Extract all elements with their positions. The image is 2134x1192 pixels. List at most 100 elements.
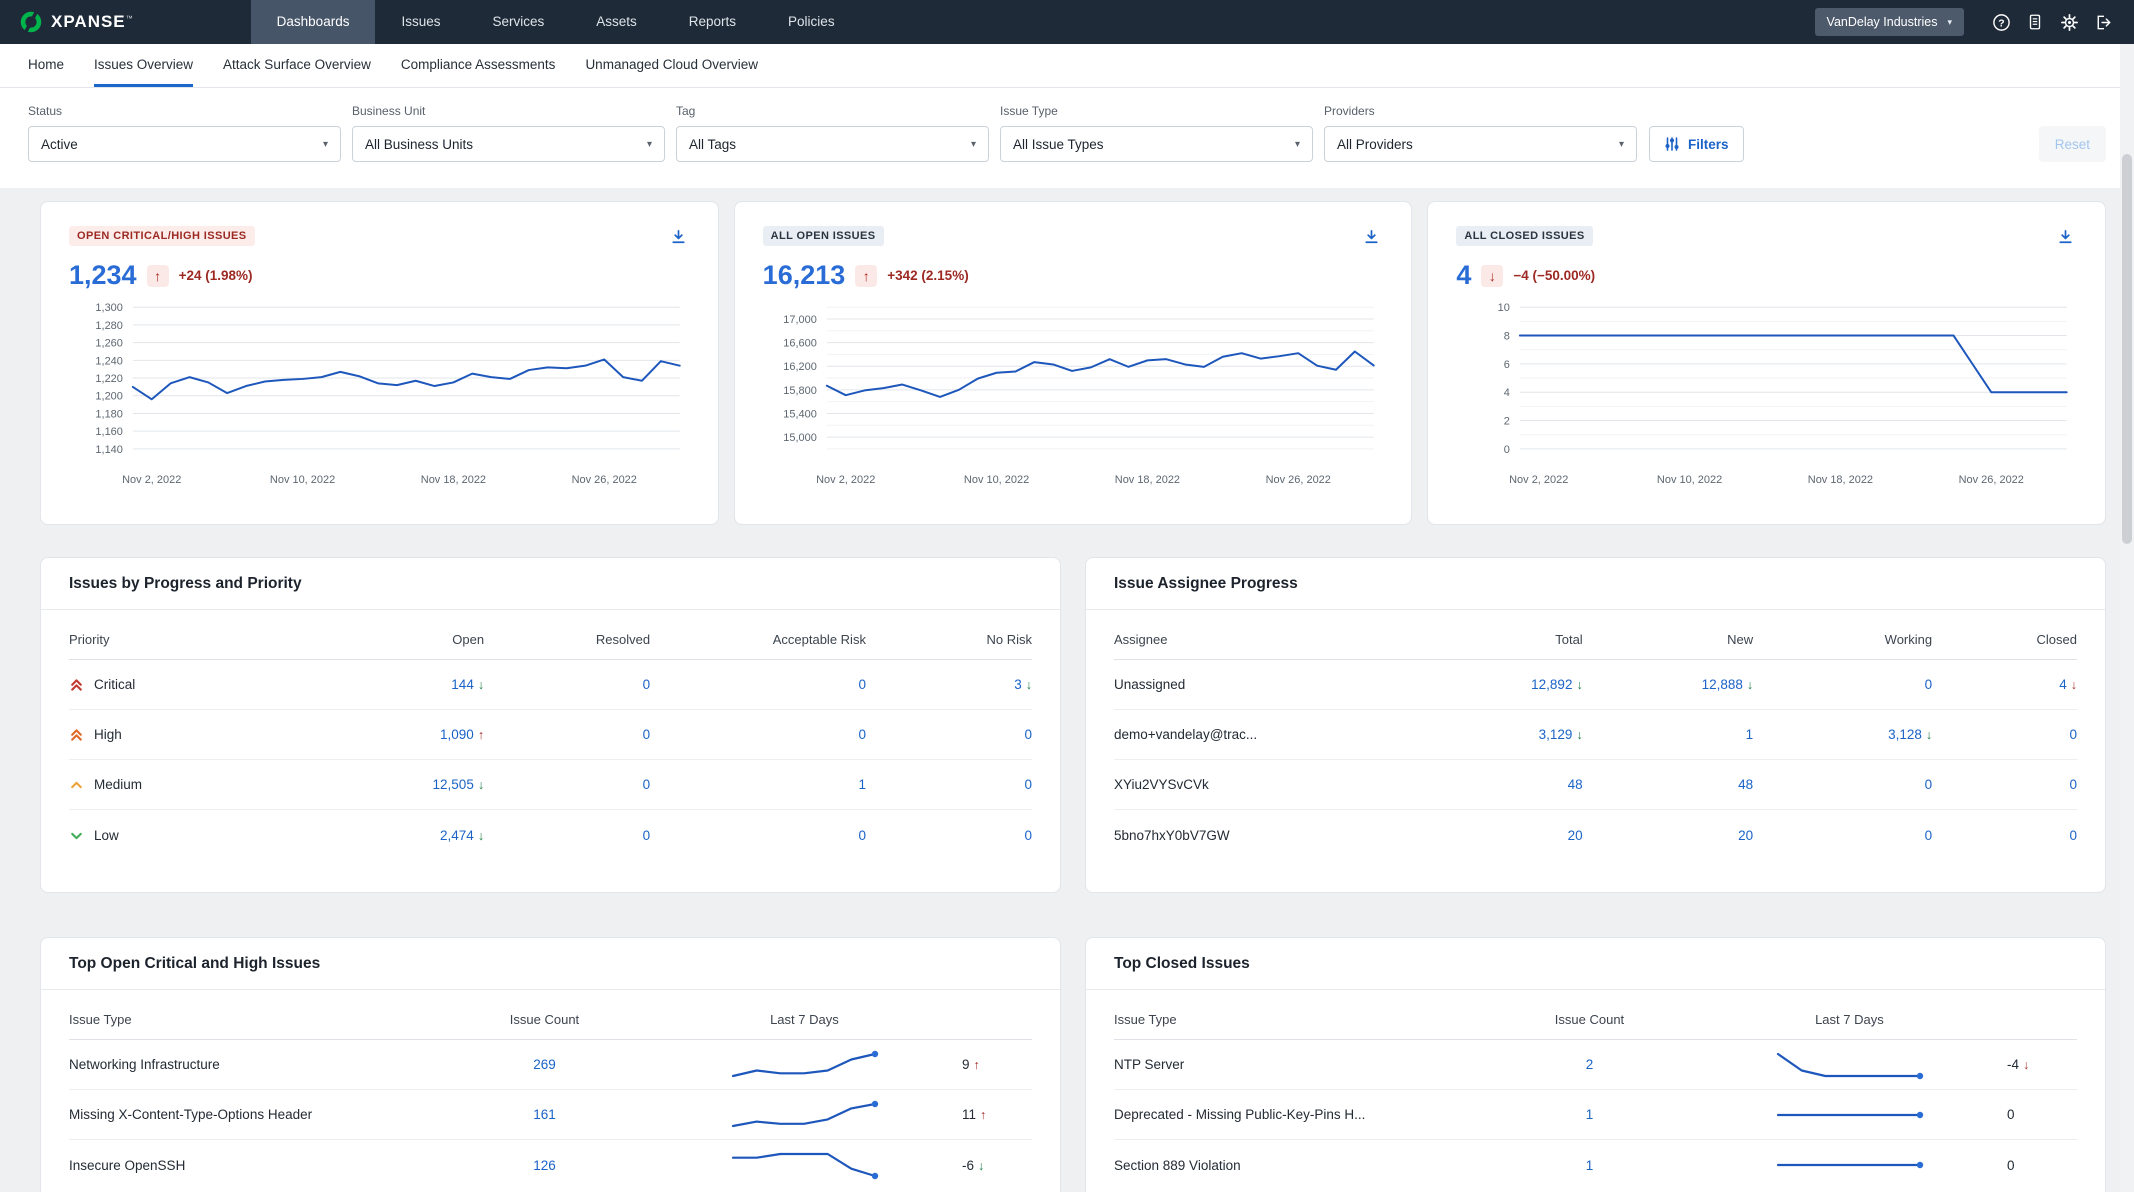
count-link[interactable]: 269 xyxy=(533,1057,556,1072)
providers-select[interactable]: All Providers▾ xyxy=(1324,126,1637,162)
count-link[interactable]: 4 xyxy=(2059,677,2067,692)
help-icon-button[interactable]: ? xyxy=(1984,5,2018,39)
dashboard-content: OPEN CRITICAL/HIGH ISSUES1,234↑+24 (1.98… xyxy=(0,188,2134,1192)
kpi-card-all-open-issues: ALL OPEN ISSUES16,213↑+342 (2.15%)17,000… xyxy=(734,201,1413,525)
download-icon xyxy=(669,228,688,247)
download-chart-button[interactable] xyxy=(667,226,690,252)
svg-text:8: 8 xyxy=(1504,331,1510,343)
count-link[interactable]: 0 xyxy=(1024,828,1032,843)
assignee-name: XYiu2VYSvCVk xyxy=(1114,777,1387,792)
svg-text:Nov 26, 2022: Nov 26, 2022 xyxy=(1959,474,2024,486)
nav-item-assets[interactable]: Assets xyxy=(570,0,663,44)
card-title: Issue Assignee Progress xyxy=(1086,558,2105,610)
count-link[interactable]: 1,090 xyxy=(440,727,474,742)
priority-label: Medium xyxy=(94,777,142,792)
nav-item-reports[interactable]: Reports xyxy=(663,0,762,44)
filter-field-issue-type: Issue TypeAll Issue Types▾ xyxy=(1000,104,1313,162)
count-link[interactable]: 161 xyxy=(533,1107,556,1122)
logout-icon-button[interactable] xyxy=(2086,5,2120,39)
issue-type-select[interactable]: All Issue Types▾ xyxy=(1000,126,1313,162)
card-title: Top Open Critical and High Issues xyxy=(41,938,1060,990)
settings-icon xyxy=(2060,13,2079,32)
count-link[interactable]: 0 xyxy=(2069,777,2077,792)
count-link[interactable]: 0 xyxy=(1925,777,1933,792)
count-link[interactable]: 126 xyxy=(533,1158,556,1173)
assignee-name: Unassigned xyxy=(1114,677,1387,692)
status-select[interactable]: Active▾ xyxy=(28,126,341,162)
count-link[interactable]: 2 xyxy=(1586,1057,1594,1072)
count-link[interactable]: 0 xyxy=(2069,727,2077,742)
column-header-issue-type: Issue Type xyxy=(1114,1012,1487,1027)
count-link[interactable]: 0 xyxy=(643,828,651,843)
business-unit-select[interactable]: All Business Units▾ xyxy=(352,126,665,162)
page-scrollbar-thumb[interactable] xyxy=(2122,154,2132,544)
count-link[interactable]: 48 xyxy=(1738,777,1753,792)
tab-compliance-assessments[interactable]: Compliance Assessments xyxy=(401,44,556,87)
count-link[interactable]: 2,474 xyxy=(440,828,474,843)
kpi-label-badge: ALL OPEN ISSUES xyxy=(763,226,884,246)
count-link[interactable]: 1 xyxy=(858,777,866,792)
issue-assignee-progress-card: Issue Assignee Progress AssigneeTotalNew… xyxy=(1085,557,2106,893)
nav-item-policies[interactable]: Policies xyxy=(762,0,861,44)
tag-select[interactable]: All Tags▾ xyxy=(676,126,989,162)
account-switcher-button[interactable]: VanDelay Industries ▾ xyxy=(1815,8,1964,36)
svg-text:Nov 10, 2022: Nov 10, 2022 xyxy=(1657,474,1722,486)
count-link[interactable]: 12,892 xyxy=(1531,677,1572,692)
count-link[interactable]: 20 xyxy=(1568,828,1583,843)
tab-home[interactable]: Home xyxy=(28,44,64,87)
issue-type-label: Deprecated - Missing Public-Key-Pins H..… xyxy=(1114,1107,1487,1122)
dashboard-tabbar: Home Issues Overview Attack Surface Overvi… xyxy=(0,44,2134,88)
table-row-missing-x-content-type-options-header: Missing X-Content-Type-Options Header161… xyxy=(69,1090,1032,1140)
count-link[interactable]: 0 xyxy=(858,828,866,843)
svg-text:Nov 2, 2022: Nov 2, 2022 xyxy=(816,474,875,486)
count-link[interactable]: 144 xyxy=(451,677,474,692)
svg-text:Nov 26, 2022: Nov 26, 2022 xyxy=(1265,474,1330,486)
settings-icon-button[interactable] xyxy=(2052,5,2086,39)
filters-button[interactable]: Filters xyxy=(1649,126,1744,162)
svg-text:1,200: 1,200 xyxy=(95,391,122,403)
count-link[interactable]: 0 xyxy=(643,777,651,792)
nav-item-dashboards[interactable]: Dashboards xyxy=(251,0,376,44)
tab-unmanaged-cloud-overview[interactable]: Unmanaged Cloud Overview xyxy=(585,44,758,87)
count-link[interactable]: 20 xyxy=(1738,828,1753,843)
count-link[interactable]: 1 xyxy=(1586,1107,1594,1122)
last-7-days-sparkline xyxy=(729,1050,879,1080)
count-link[interactable]: 0 xyxy=(2069,828,2077,843)
table-row-high: High1,090↑000 xyxy=(69,710,1032,760)
nav-item-services[interactable]: Services xyxy=(466,0,570,44)
column-header-no-risk: No Risk xyxy=(866,632,1032,647)
count-link[interactable]: 0 xyxy=(1925,677,1933,692)
top-open-issues-card: Top Open Critical and High Issues Issue … xyxy=(40,937,1061,1192)
count-link[interactable]: 48 xyxy=(1568,777,1583,792)
count-link[interactable]: 1 xyxy=(1586,1158,1594,1173)
count-link[interactable]: 1 xyxy=(1746,727,1754,742)
last-7-days-sparkline xyxy=(1774,1100,1924,1130)
tab-attack-surface-overview[interactable]: Attack Surface Overview xyxy=(223,44,371,87)
count-link[interactable]: 12,505 xyxy=(433,777,474,792)
svg-text:16,200: 16,200 xyxy=(783,361,817,373)
release-notes-icon-button[interactable] xyxy=(2018,5,2052,39)
count-link[interactable]: 0 xyxy=(858,727,866,742)
nav-item-issues[interactable]: Issues xyxy=(375,0,466,44)
count-link[interactable]: 3 xyxy=(1014,677,1022,692)
count-link[interactable]: 0 xyxy=(643,727,651,742)
svg-text:15,800: 15,800 xyxy=(783,385,817,397)
reset-button[interactable]: Reset xyxy=(2039,126,2106,162)
count-link[interactable]: 3,129 xyxy=(1539,727,1573,742)
count-link[interactable]: 0 xyxy=(1925,828,1933,843)
count-link[interactable]: 0 xyxy=(858,677,866,692)
tab-issues-overview[interactable]: Issues Overview xyxy=(94,44,193,87)
filter-field-tag: TagAll Tags▾ xyxy=(676,104,989,162)
page-scrollbar-track xyxy=(2120,44,2134,1192)
count-link[interactable]: 0 xyxy=(1024,727,1032,742)
selected-value: All Business Units xyxy=(365,137,473,152)
all-open-issues-trend-chart: 17,00016,60016,20015,80015,40015,000Nov … xyxy=(763,299,1384,495)
count-link[interactable]: 12,888 xyxy=(1702,677,1743,692)
count-link[interactable]: 0 xyxy=(643,677,651,692)
count-link[interactable]: 0 xyxy=(1024,777,1032,792)
chevron-down-icon: ▾ xyxy=(1947,17,1952,28)
download-chart-button[interactable] xyxy=(2054,226,2077,252)
download-chart-button[interactable] xyxy=(1360,226,1383,252)
count-link[interactable]: 3,128 xyxy=(1888,727,1922,742)
trend-up-arrow-icon: ↑ xyxy=(147,265,169,287)
